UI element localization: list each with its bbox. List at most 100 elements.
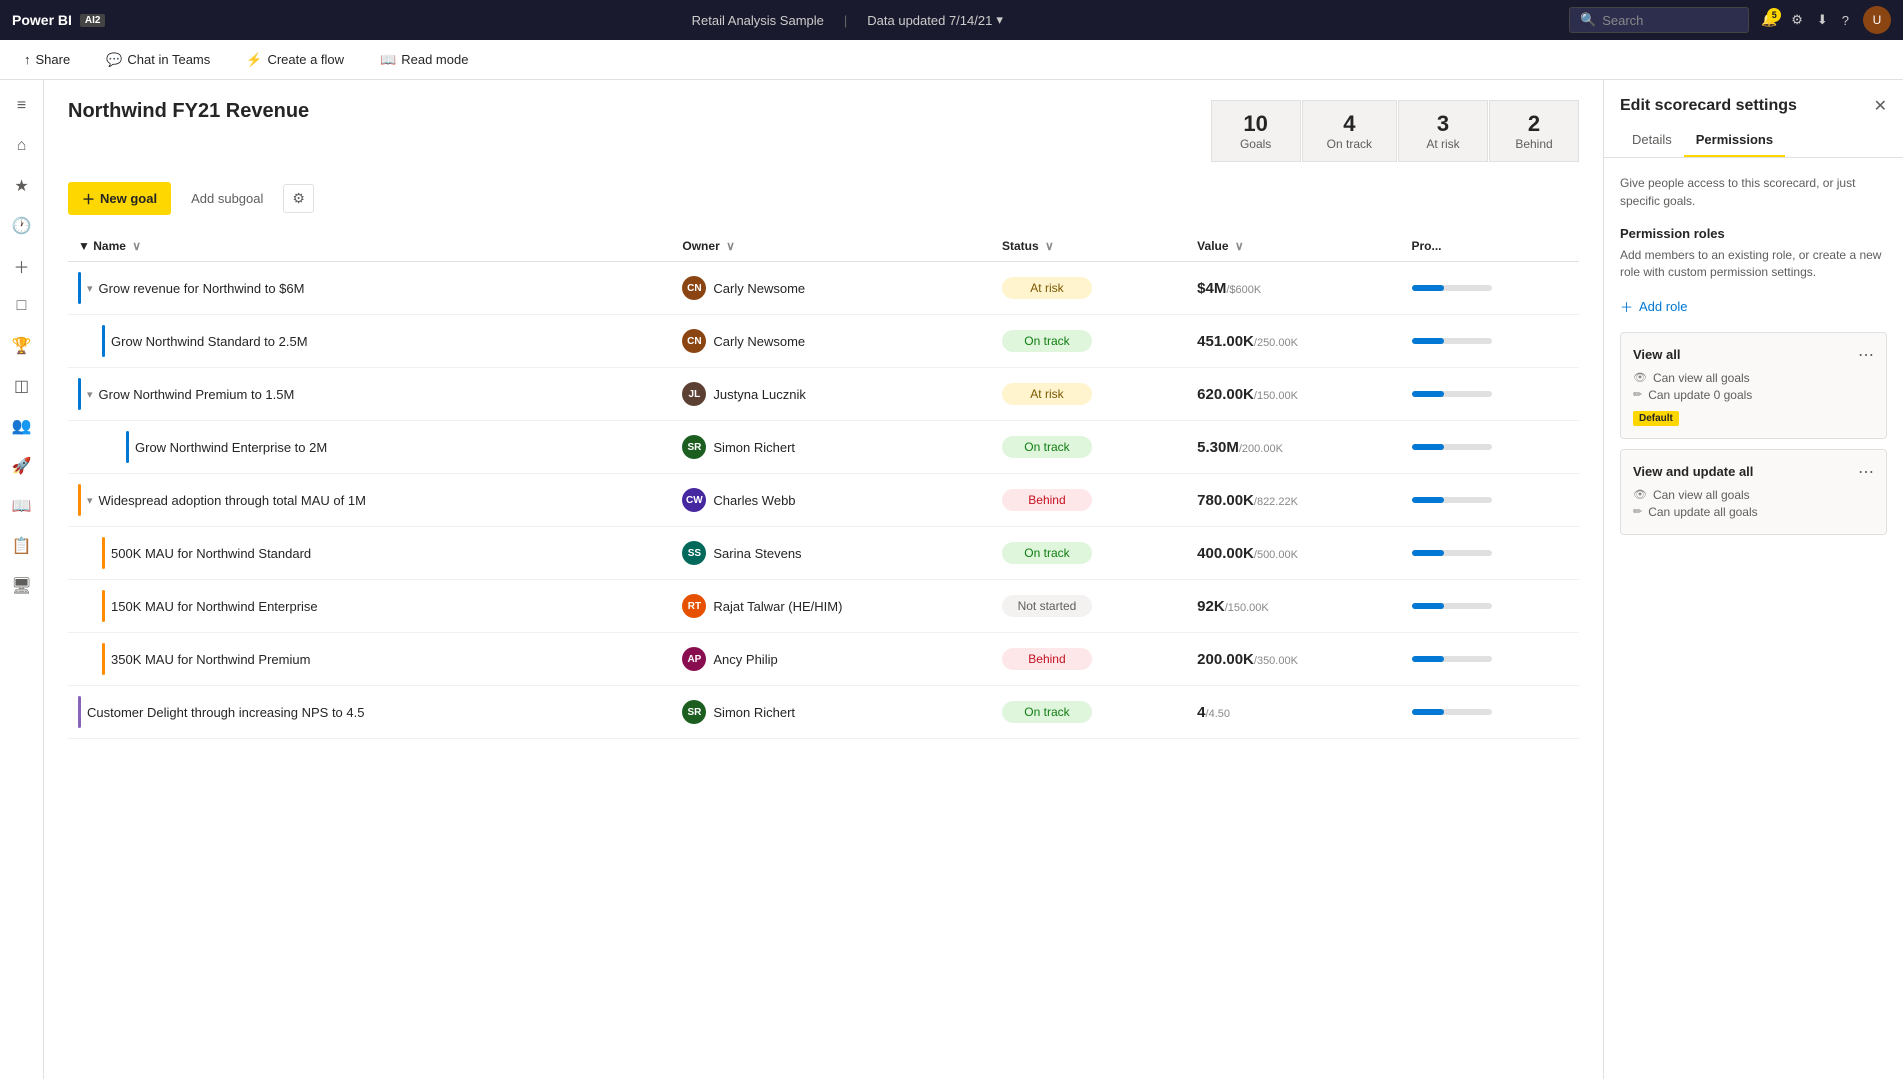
topbar-actions: 🔔 5 ⚙ ⬇ ? U [1761, 6, 1891, 34]
goal-name-wrapper: Grow Northwind Standard to 2.5M [102, 325, 662, 357]
goal-name-wrapper: 500K MAU for Northwind Standard [102, 537, 662, 569]
share-button[interactable]: ↑ Share [16, 48, 78, 71]
stat-on-track: 4 On track [1302, 100, 1397, 162]
sidebar-goals[interactable]: 🏆 [4, 328, 40, 364]
sidebar-people[interactable]: 👥 [4, 408, 40, 444]
goal-name-text[interactable]: 150K MAU for Northwind Enterprise [111, 599, 318, 614]
stat-behind-value: 2 [1514, 111, 1554, 137]
sidebar-home[interactable]: ⌂ [4, 128, 40, 164]
add-role-button[interactable]: ＋ Add role [1620, 293, 1687, 320]
sidebar-browse[interactable]: □ [4, 288, 40, 324]
progress-cell [1402, 527, 1580, 580]
sort-icon-status: ∨ [1045, 239, 1054, 253]
owner-wrapper: JL Justyna Lucznik [682, 382, 982, 406]
help-icon[interactable]: ? [1842, 13, 1849, 28]
owner-name: Ancy Philip [713, 652, 777, 667]
new-goal-button[interactable]: ＋ New goal [68, 182, 171, 215]
sidebar-reports[interactable]: ◫ [4, 368, 40, 404]
owner-cell: SR Simon Richert [672, 686, 992, 739]
progress-bar-bg [1412, 656, 1492, 662]
owner-wrapper: CN Carly Newsome [682, 276, 982, 300]
table-row[interactable]: ▾ Grow Northwind Premium to 1.5M JL Just… [68, 368, 1579, 421]
goal-name-text[interactable]: Grow Northwind Premium to 1.5M [99, 387, 295, 402]
progress-cell [1402, 315, 1580, 368]
col-name[interactable]: ▼ Name ∨ [68, 231, 672, 262]
role-more-button-2[interactable]: ⋯ [1858, 462, 1874, 482]
stat-atrisk-value: 3 [1423, 111, 1463, 137]
panel-header: Edit scorecard settings ✕ [1604, 80, 1903, 116]
owner-cell: CN Carly Newsome [672, 262, 992, 315]
chat-teams-button[interactable]: 💬 Chat in Teams [98, 48, 218, 72]
chevron-down-icon[interactable]: ▾ [996, 12, 1003, 28]
sidebar-learn[interactable]: 📖 [4, 488, 40, 524]
panel-close-button[interactable]: ✕ [1874, 96, 1887, 116]
owner-cell: JL Justyna Lucznik [672, 368, 992, 421]
goal-name-wrapper: Grow Northwind Enterprise to 2M [126, 431, 662, 463]
goal-name-text[interactable]: Customer Delight through increasing NPS … [87, 705, 364, 720]
table-row[interactable]: Grow Northwind Enterprise to 2M SR Simon… [68, 421, 1579, 474]
value-sub: /150.00K [1225, 602, 1269, 614]
value-cell: 92K/150.00K [1187, 580, 1401, 633]
table-row[interactable]: ▾ Grow revenue for Northwind to $6M CN C… [68, 262, 1579, 315]
collapse-button[interactable]: ▾ [87, 282, 93, 295]
add-subgoal-button[interactable]: Add subgoal [181, 184, 273, 213]
status-cell: On track [992, 686, 1187, 739]
table-row[interactable]: 150K MAU for Northwind Enterprise RT Raj… [68, 580, 1579, 633]
collapse-button[interactable]: ▾ [87, 388, 93, 401]
goal-bar-indicator [78, 378, 81, 410]
download-icon[interactable]: ⬇ [1817, 12, 1828, 28]
goal-bar-indicator [102, 643, 105, 675]
value-main: 400.00K [1197, 545, 1254, 562]
goal-name-text[interactable]: Grow revenue for Northwind to $6M [99, 281, 305, 296]
table-row[interactable]: ▾ Widespread adoption through total MAU … [68, 474, 1579, 527]
value-main: 5.30M [1197, 439, 1239, 456]
progress-bar-fill [1412, 603, 1444, 609]
sidebar-metrics[interactable]: 📋 [4, 528, 40, 564]
topbar-separator: | [844, 13, 847, 28]
read-mode-button[interactable]: 📖 Read mode [372, 48, 476, 72]
secondbar: ↑ Share 💬 Chat in Teams ⚡ Create a flow … [0, 40, 1903, 80]
user-avatar[interactable]: U [1863, 6, 1891, 34]
role-title-view-all: View all [1633, 347, 1680, 362]
search-box[interactable]: 🔍 Search [1569, 7, 1749, 33]
notifications-button[interactable]: 🔔 5 [1761, 12, 1777, 28]
tab-permissions[interactable]: Permissions [1684, 124, 1785, 157]
col-progress[interactable]: Pro... [1402, 231, 1580, 262]
settings-icon[interactable]: ⚙ [1791, 12, 1803, 28]
owner-name: Carly Newsome [713, 334, 805, 349]
sidebar-favorites[interactable]: ★ [4, 168, 40, 204]
col-owner[interactable]: Owner ∨ [672, 231, 992, 262]
sidebar-publish[interactable]: 🚀 [4, 448, 40, 484]
settings-button[interactable]: ⚙ [283, 184, 314, 213]
goal-name-text[interactable]: 350K MAU for Northwind Premium [111, 652, 310, 667]
col-status[interactable]: Status ∨ [992, 231, 1187, 262]
create-flow-button[interactable]: ⚡ Create a flow [238, 48, 352, 72]
share-icon: ↑ [24, 52, 31, 67]
sidebar-hamburger[interactable]: ≡ [4, 88, 40, 124]
stat-at-risk: 3 At risk [1398, 100, 1488, 162]
table-row[interactable]: 350K MAU for Northwind Premium AP Ancy P… [68, 633, 1579, 686]
goal-name-cell: ▾ Grow Northwind Premium to 1.5M [68, 368, 672, 421]
role-more-button-1[interactable]: ⋯ [1858, 345, 1874, 365]
goal-name-text[interactable]: Grow Northwind Standard to 2.5M [111, 334, 308, 349]
sidebar-recent[interactable]: 🕐 [4, 208, 40, 244]
owner-avatar: CN [682, 276, 706, 300]
data-update-info: Data updated 7/14/21 ▾ [867, 12, 1003, 28]
status-badge: On track [1002, 330, 1092, 352]
sidebar-monitor[interactable]: 🖥 [4, 568, 40, 604]
goal-name-text[interactable]: Widespread adoption through total MAU of… [99, 493, 366, 508]
owner-cell: AP Ancy Philip [672, 633, 992, 686]
table-row[interactable]: Grow Northwind Standard to 2.5M CN Carly… [68, 315, 1579, 368]
goal-bar-indicator [78, 696, 81, 728]
tab-details[interactable]: Details [1620, 124, 1684, 157]
sidebar-create[interactable]: ＋ [4, 248, 40, 284]
collapse-button[interactable]: ▾ [87, 494, 93, 507]
table-row[interactable]: 500K MAU for Northwind Standard SS Sarin… [68, 527, 1579, 580]
goal-name-text[interactable]: 500K MAU for Northwind Standard [111, 546, 311, 561]
book-icon: 📖 [380, 52, 396, 68]
goal-name-text[interactable]: Grow Northwind Enterprise to 2M [135, 440, 327, 455]
status-cell: At risk [992, 262, 1187, 315]
col-value[interactable]: Value ∨ [1187, 231, 1401, 262]
value-main: 200.00K [1197, 651, 1254, 668]
table-row[interactable]: Customer Delight through increasing NPS … [68, 686, 1579, 739]
